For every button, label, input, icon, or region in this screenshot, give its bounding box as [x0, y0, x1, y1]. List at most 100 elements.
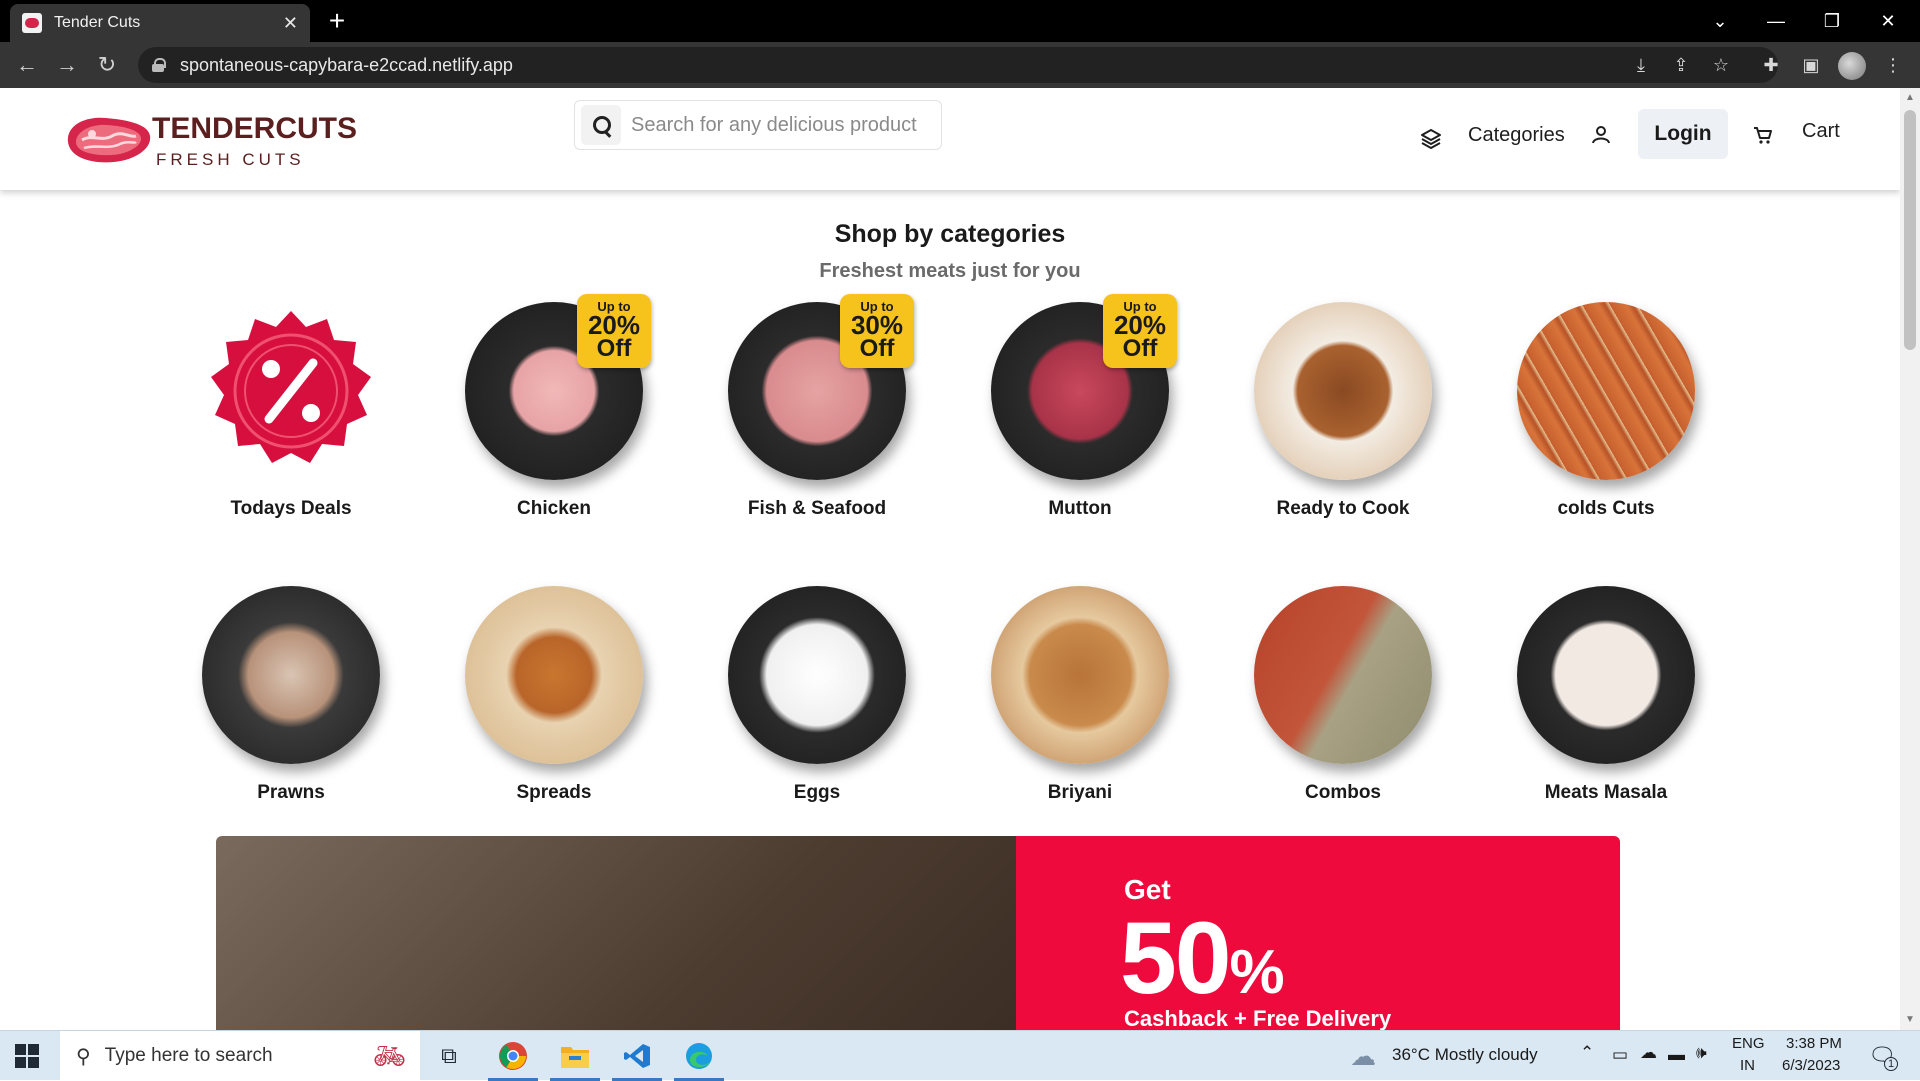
cart-icon[interactable]	[1752, 124, 1774, 146]
category-image	[1517, 302, 1695, 480]
task-view-icon[interactable]: ⧉	[420, 1031, 478, 1081]
tab-title: Tender Cuts	[54, 14, 141, 31]
category-mutton[interactable]: Up to 20% Off Mutton	[970, 294, 1190, 520]
bicycle-icon: 🚲︎	[372, 1040, 406, 1071]
minimize-window-button[interactable]: —	[1748, 0, 1804, 42]
search-icon[interactable]	[581, 105, 621, 145]
category-prawns[interactable]: Prawns	[181, 586, 401, 804]
battery-icon[interactable]: ▬	[1668, 1045, 1685, 1065]
category-spreads[interactable]: Spreads	[444, 586, 664, 804]
edge-browser-icon[interactable]	[670, 1031, 728, 1081]
site-header: TENDERCUTS FRESH CUTS Categories Login C…	[0, 88, 1900, 190]
browser-tab[interactable]: Tender Cuts ✕	[10, 4, 310, 42]
close-window-button[interactable]: ✕	[1860, 0, 1916, 42]
new-tab-button[interactable]: +	[322, 6, 352, 36]
category-label: Eggs	[793, 782, 841, 803]
category-cold-cuts[interactable]: colds Cuts	[1496, 302, 1716, 520]
scroll-down-arrow-icon[interactable]: ▼	[1904, 1014, 1916, 1026]
banner-cashback-value: 50%	[1120, 901, 1285, 1015]
back-arrow-icon[interactable]: ←	[12, 50, 42, 80]
tray-chevron-up-icon[interactable]: ⌃	[1580, 1043, 1594, 1063]
nav-categories-link[interactable]: Categories	[1468, 124, 1565, 147]
section-title: Shop by categories	[834, 220, 1066, 248]
scroll-up-arrow-icon[interactable]: ▲	[1904, 92, 1916, 104]
discount-badge: Up to 20% Off	[1103, 294, 1177, 368]
close-tab-icon[interactable]: ✕	[283, 13, 298, 34]
lock-icon[interactable]	[152, 58, 166, 72]
category-image	[1254, 586, 1432, 764]
nav-cart-link[interactable]: Cart	[1802, 120, 1840, 143]
category-label: Mutton	[1048, 498, 1112, 519]
search-box[interactable]	[574, 100, 942, 150]
input-language-bottom: IN	[1740, 1057, 1755, 1074]
clock-time[interactable]: 3:38 PM	[1786, 1035, 1842, 1052]
category-label: Chicken	[517, 498, 591, 519]
windows-taskbar: ⚲ Type here to search 🚲︎ ⧉ ☁ 36°C Mostly…	[0, 1030, 1920, 1081]
steak-logo-icon	[67, 117, 151, 163]
tab-search-chevron-icon[interactable]: ⌄	[1692, 0, 1748, 42]
category-image	[202, 586, 380, 764]
section-subtitle: Freshest meats just for you	[819, 260, 1081, 282]
banner-offer-panel	[1016, 836, 1620, 1030]
brand-tagline: FRESH CUTS	[156, 150, 305, 169]
install-app-icon[interactable]: ⤓	[1628, 52, 1654, 78]
browser-toolbar: ← → ↻ spontaneous-capybara-e2ccad.netlif…	[0, 42, 1920, 88]
cloud-sync-icon[interactable]: ☁	[1640, 1043, 1657, 1063]
percent-badge-icon	[211, 311, 371, 463]
forward-arrow-icon[interactable]: →	[52, 50, 82, 80]
file-explorer-icon[interactable]	[546, 1031, 604, 1081]
input-language-top[interactable]: ENG	[1732, 1035, 1765, 1052]
promo-banner[interactable]: Get 50% Cashback + Free Delivery	[216, 836, 1620, 1030]
site-favicon-icon	[22, 13, 42, 33]
share-icon[interactable]: ⇪	[1668, 52, 1694, 78]
category-image	[991, 586, 1169, 764]
category-ready-to-cook[interactable]: Ready to Cook	[1233, 302, 1453, 520]
volume-icon[interactable]: 🕪︎	[1696, 1043, 1707, 1063]
banner-offer-text: Cashback + Free Delivery	[1124, 1006, 1392, 1030]
category-combos[interactable]: Combos	[1233, 586, 1453, 804]
category-image	[1517, 586, 1695, 764]
category-label: Spreads	[516, 782, 592, 803]
category-meats-masala[interactable]: Meats Masala	[1496, 586, 1716, 804]
user-icon[interactable]	[1590, 124, 1612, 146]
bookmark-star-icon[interactable]: ☆	[1708, 52, 1734, 78]
scrollbar-thumb[interactable]	[1904, 110, 1916, 350]
category-image: Up to 30% Off	[728, 294, 914, 480]
brand-name: TENDERCUTS	[152, 112, 358, 145]
category-image	[1254, 302, 1432, 480]
extensions-puzzle-icon[interactable]: ✚	[1758, 52, 1784, 78]
discount-badge: Up to 20% Off	[577, 294, 651, 368]
category-todays-deals[interactable]: Todays Deals	[181, 302, 401, 520]
chrome-app-icon[interactable]	[484, 1031, 542, 1081]
layers-icon[interactable]	[1420, 128, 1442, 150]
side-panel-icon[interactable]: ▣	[1798, 52, 1824, 78]
weather-text[interactable]: 36°C Mostly cloudy	[1392, 1045, 1538, 1065]
vscode-icon[interactable]	[608, 1031, 666, 1081]
address-bar[interactable]: spontaneous-capybara-e2ccad.netlify.app	[138, 47, 1778, 83]
reload-icon[interactable]: ↻	[92, 50, 122, 80]
search-input[interactable]	[631, 113, 931, 137]
category-label: Prawns	[257, 782, 325, 803]
category-image	[728, 586, 906, 764]
notification-count-badge: 1	[1884, 1057, 1898, 1071]
category-label: Fish & Seafood	[747, 498, 887, 519]
page-scrollbar[interactable]: ▲ ▼	[1900, 88, 1920, 1030]
taskbar-search-box[interactable]: ⚲ Type here to search 🚲︎	[60, 1031, 420, 1081]
url-text: spontaneous-capybara-e2ccad.netlify.app	[180, 54, 513, 75]
weather-cloudy-icon[interactable]: ☁	[1350, 1041, 1376, 1072]
browser-tab-strip: Tender Cuts ✕ + ⌄ — ❐ ✕	[0, 0, 1920, 42]
site-logo[interactable]: TENDERCUTS FRESH CUTS	[62, 104, 357, 174]
taskbar-search-placeholder: Type here to search	[104, 1045, 273, 1066]
category-briyani[interactable]: Briyani	[970, 586, 1190, 804]
restore-window-button[interactable]: ❐	[1804, 0, 1860, 42]
category-fish-seafood[interactable]: Up to 30% Off Fish & Seafood	[707, 294, 927, 520]
category-eggs[interactable]: Eggs	[707, 586, 927, 804]
category-chicken[interactable]: Up to 20% Off Chicken	[444, 294, 664, 520]
login-button[interactable]: Login	[1638, 109, 1728, 159]
browser-menu-icon[interactable]: ⋮	[1880, 52, 1906, 78]
clock-date: 6/3/2023	[1782, 1057, 1841, 1074]
windows-start-icon[interactable]	[14, 1043, 40, 1069]
category-label: Todays Deals	[230, 498, 352, 519]
meet-now-icon[interactable]: ▭	[1612, 1045, 1628, 1065]
profile-avatar[interactable]	[1838, 52, 1866, 80]
